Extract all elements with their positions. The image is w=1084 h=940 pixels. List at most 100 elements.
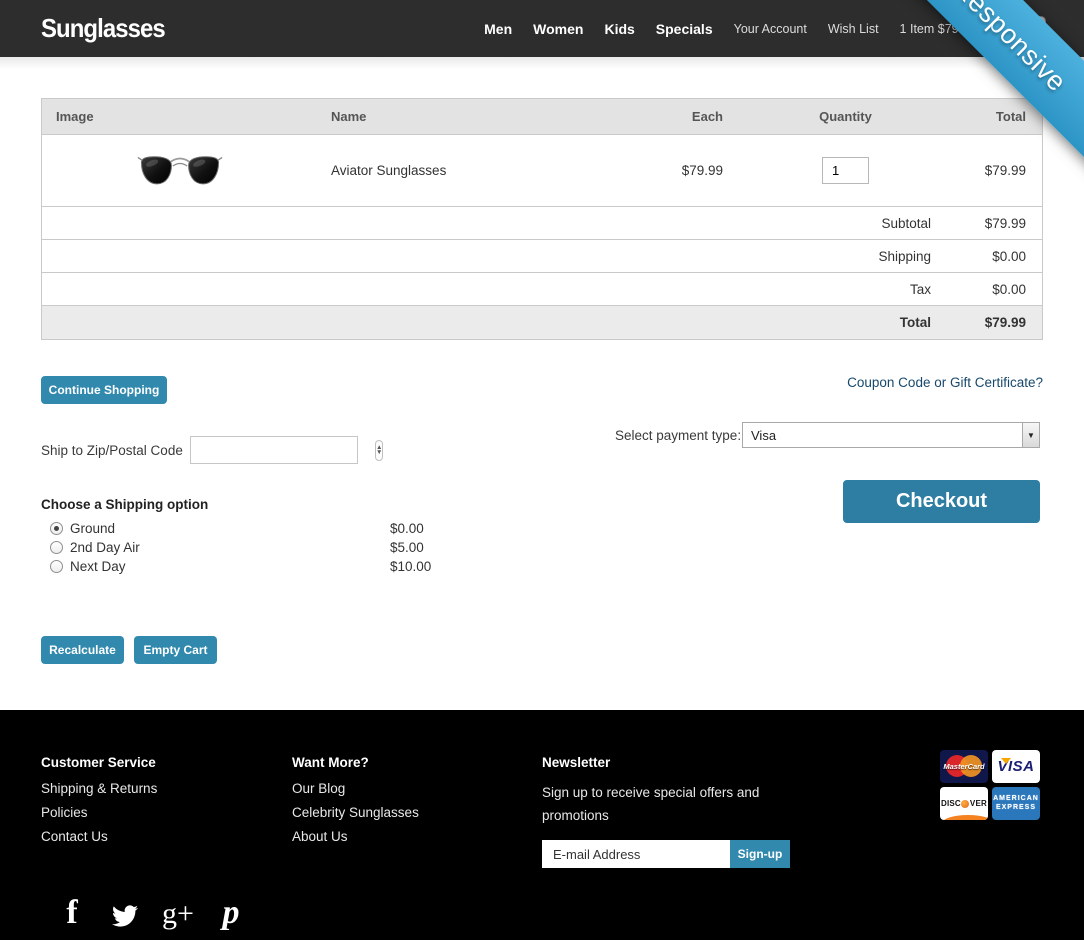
discover-icon: DISC VER [940,787,988,820]
shipping-option-next-day[interactable]: Next Day $10.00 [41,557,501,576]
tax-row: Tax $0.00 [42,273,1042,306]
footer-link-about-us[interactable]: About Us [292,829,419,844]
subtotal-value: $79.99 [937,216,1042,231]
visa-orange-accent [1001,758,1011,764]
cart-item-row: Aviator Sunglasses $79.99 $79.99 [42,135,1042,207]
shipping-options-block: Choose a Shipping option Ground $0.00 2n… [41,497,501,576]
shipping-option-ground[interactable]: Ground $0.00 [41,519,501,538]
header-shadow [0,57,1084,69]
recalculate-button[interactable]: Recalculate [41,636,124,664]
quantity-input[interactable] [822,157,869,184]
cart-table-header: Image Name Each Quantity Total [42,99,1042,135]
pinterest-icon[interactable]: p [217,895,245,929]
footer-link-policies[interactable]: Policies [41,805,157,820]
zip-code-field-wrapper: ▲ ▼ [190,436,358,464]
footer-link-shipping-returns[interactable]: Shipping & Returns [41,781,157,796]
product-price-each: $79.99 [579,163,729,178]
payment-methods: MasterCard VISA DISC VER AMERICAN EXPRES… [940,750,1040,820]
shipping-options-heading: Choose a Shipping option [41,497,501,512]
chevron-down-icon: ▼ [1027,431,1035,440]
newsletter-text-line1: Sign up to receive special offers and [542,781,790,804]
product-name[interactable]: Aviator Sunglasses [317,163,579,178]
next-day-price: $10.00 [390,559,431,574]
total-label: Total [729,315,937,330]
cart-table: Image Name Each Quantity Total [41,98,1043,340]
col-header-each: Each [579,109,729,124]
footer-link-celebrity-sunglasses[interactable]: Celebrity Sunglasses [292,805,419,820]
select-dropdown-button[interactable]: ▼ [1022,423,1039,447]
shipping-option-2nd-day-air[interactable]: 2nd Day Air $5.00 [41,538,501,557]
continue-shopping-button[interactable]: Continue Shopping [41,376,167,404]
customer-service-heading: Customer Service [41,755,157,770]
footer-link-contact-us[interactable]: Contact Us [41,829,157,844]
col-header-quantity: Quantity [729,109,937,124]
want-more-heading: Want More? [292,755,419,770]
footer-newsletter: Newsletter Sign up to receive special of… [542,755,790,868]
footer-customer-service: Customer Service Shipping & Returns Poli… [41,755,157,853]
stepper-down-icon[interactable]: ▼ [376,450,382,455]
nav-item-kids[interactable]: Kids [604,21,634,37]
payment-selected-value: Visa [743,428,1022,443]
top-navigation-bar: Sunglasses Men Women Kids Specials Your … [0,0,1084,57]
discover-swoosh [942,815,988,820]
newsletter-signup-row: Sign-up [542,840,790,868]
aviator-sunglasses-image[interactable] [137,151,223,191]
email-address-input[interactable] [542,840,730,868]
signup-button[interactable]: Sign-up [730,840,790,868]
payment-type-label: Select payment type: [615,428,741,443]
main-nav: Men Women Kids Specials Your Account Wis… [484,21,976,37]
nav-wish-list[interactable]: Wish List [828,22,879,36]
subtotal-row: Subtotal $79.99 [42,207,1042,240]
product-image-cell [42,151,317,191]
radio-next-day[interactable] [50,560,63,573]
2nd-day-air-label: 2nd Day Air [70,540,140,555]
amex-line2: EXPRESS [996,804,1036,813]
facebook-icon[interactable]: f [58,895,86,929]
col-header-total: Total [937,109,1042,124]
discover-text-right: VER [970,799,987,808]
newsletter-text-line2: promotions [542,804,790,827]
shipping-row: Shipping $0.00 [42,240,1042,273]
checkout-button[interactable]: Checkout [843,480,1040,523]
discover-wordmark: DISC VER [941,799,987,808]
ground-label: Ground [70,521,115,536]
footer-link-our-blog[interactable]: Our Blog [292,781,419,796]
american-express-icon: AMERICAN EXPRESS [992,787,1040,820]
total-row: Total $79.99 [42,306,1042,339]
radio-2nd-day-air[interactable] [50,541,63,554]
radio-ground[interactable] [50,522,63,535]
twitter-icon[interactable] [111,895,139,929]
product-line-total: $79.99 [937,163,1042,178]
tax-value: $0.00 [937,282,1042,297]
coupon-gift-certificate-link[interactable]: Coupon Code or Gift Certificate? [847,375,1043,390]
footer: Customer Service Shipping & Returns Poli… [0,710,1084,940]
site-logo[interactable]: Sunglasses [41,13,165,44]
mastercard-icon: MasterCard [940,750,988,783]
empty-cart-button[interactable]: Empty Cart [134,636,217,664]
visa-icon: VISA [992,750,1040,783]
social-links: f g+ p [58,895,245,929]
col-header-name: Name [317,109,579,124]
newsletter-heading: Newsletter [542,755,790,770]
discover-orange-o [961,800,969,808]
nav-item-men[interactable]: Men [484,21,512,37]
zip-stepper[interactable]: ▲ ▼ [375,440,383,461]
nav-item-women[interactable]: Women [533,21,583,37]
nav-item-specials[interactable]: Specials [656,21,713,37]
footer-want-more: Want More? Our Blog Celebrity Sunglasses… [292,755,419,853]
nav-your-account[interactable]: Your Account [734,22,807,36]
google-plus-icon[interactable]: g+ [164,895,192,929]
discover-text-left: DISC [941,799,961,808]
subtotal-label: Subtotal [729,216,937,231]
total-value: $79.99 [937,315,1042,330]
zip-code-input[interactable] [191,437,375,463]
mastercard-label: MasterCard [943,762,984,771]
payment-type-select[interactable]: Visa ▼ [742,422,1040,448]
zip-code-label: Ship to Zip/Postal Code [41,443,183,458]
next-day-label: Next Day [70,559,126,574]
amex-line1: AMERICAN [993,795,1039,804]
ground-price: $0.00 [390,521,424,536]
quantity-cell [729,157,937,184]
shipping-label: Shipping [729,249,937,264]
tax-label: Tax [729,282,937,297]
